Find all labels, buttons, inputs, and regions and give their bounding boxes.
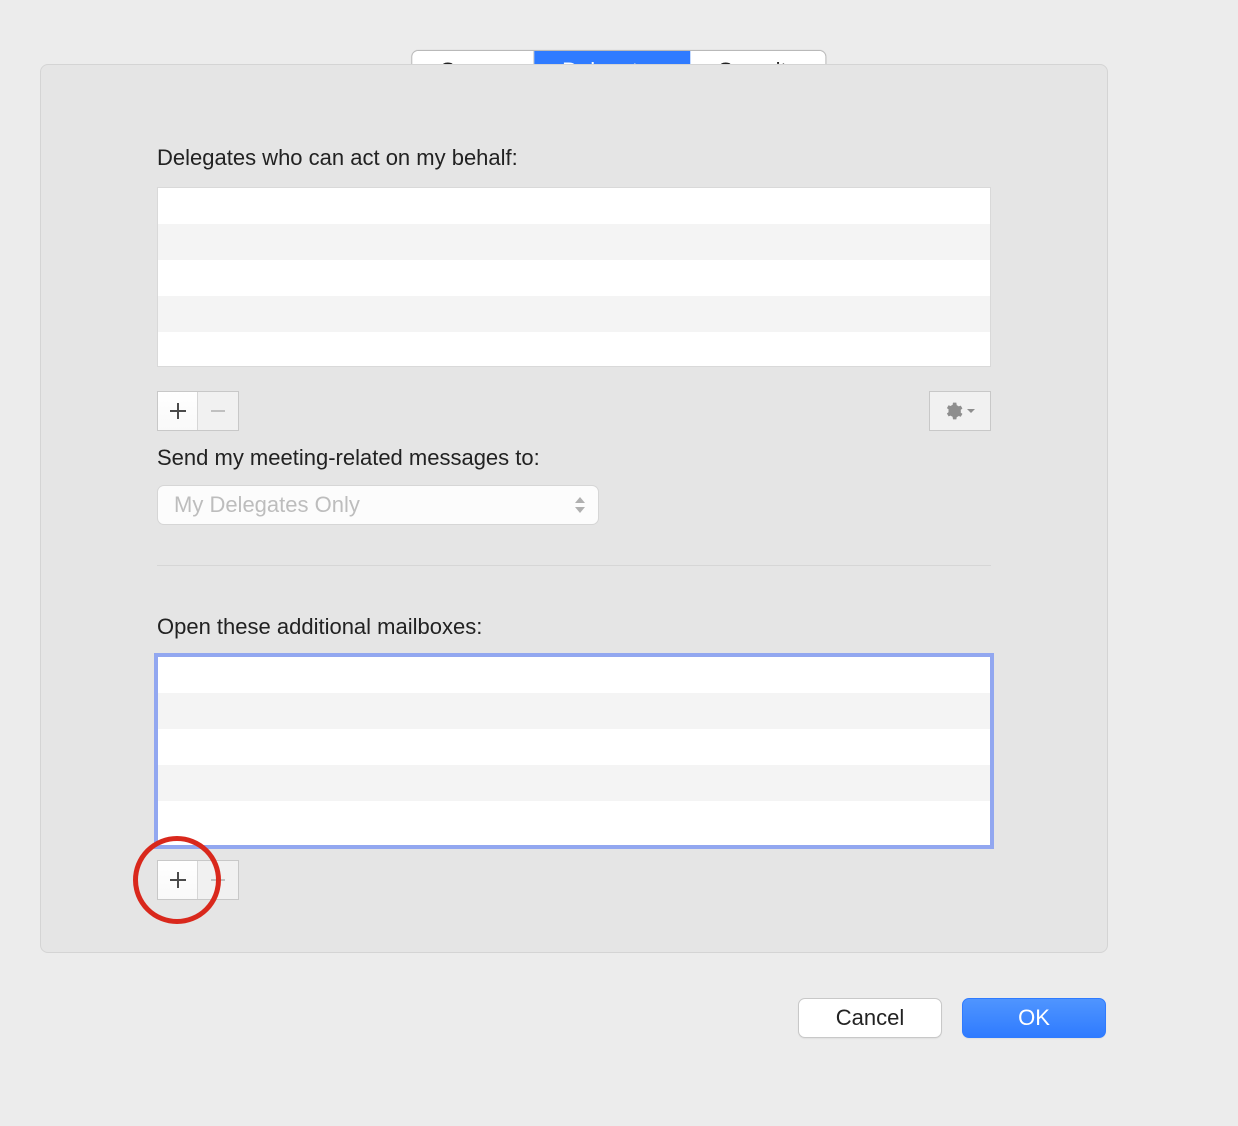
plus-icon [169,402,187,420]
delegate-options-menu[interactable] [929,391,991,431]
mailboxes-stepper [157,860,239,900]
ok-button[interactable]: OK [962,998,1106,1038]
settings-panel: Delegates who can act on my behalf: [40,64,1108,953]
updown-icon [574,497,586,513]
list-item [158,260,990,296]
meeting-messages-value: My Delegates Only [174,492,360,518]
delegates-label: Delegates who can act on my behalf: [157,145,991,171]
add-delegate-button[interactable] [158,392,198,430]
list-item [158,729,990,765]
minus-icon [209,871,227,889]
list-item [158,224,990,260]
add-mailbox-button[interactable] [158,861,198,899]
meeting-messages-select[interactable]: My Delegates Only [157,485,599,525]
list-item [158,801,990,837]
chevron-down-icon [965,405,977,417]
divider [157,565,991,566]
mailboxes-list[interactable] [157,656,991,846]
list-item [158,332,990,367]
remove-delegate-button[interactable] [198,392,238,430]
remove-mailbox-button[interactable] [198,861,238,899]
meeting-messages-label: Send my meeting-related messages to: [157,445,991,471]
list-item [158,188,990,224]
cancel-button[interactable]: Cancel [798,998,942,1038]
footer-buttons: Cancel OK [798,998,1106,1038]
list-item [158,657,990,693]
list-item [158,765,990,801]
mailboxes-label: Open these additional mailboxes: [157,614,991,640]
minus-icon [209,402,227,420]
delegates-stepper [157,391,239,431]
delegates-list[interactable] [157,187,991,367]
list-item [158,693,990,729]
plus-icon [169,871,187,889]
list-item [158,296,990,332]
gear-icon [943,401,963,421]
